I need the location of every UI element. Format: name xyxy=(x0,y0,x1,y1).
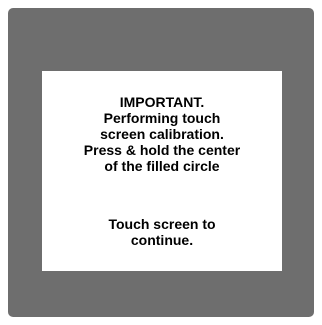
calibration-dialog: IMPORTANT. Performing touch screen calib… xyxy=(42,71,282,271)
important-heading: IMPORTANT. xyxy=(119,94,205,110)
message-line: screen calibration. xyxy=(100,126,224,142)
message-line: Performing touch xyxy=(103,110,221,126)
message-line: Press & hold the center xyxy=(83,142,241,158)
calibration-message: IMPORTANT. Performing touch screen calib… xyxy=(42,94,282,174)
continue-prompt: Touch screen to continue. xyxy=(42,216,282,248)
continue-line: Touch screen to xyxy=(108,216,216,232)
message-line: of the filled circle xyxy=(104,158,220,174)
touch-screen-area[interactable]: IMPORTANT. Performing touch screen calib… xyxy=(8,8,314,317)
continue-line: continue. xyxy=(130,232,194,248)
